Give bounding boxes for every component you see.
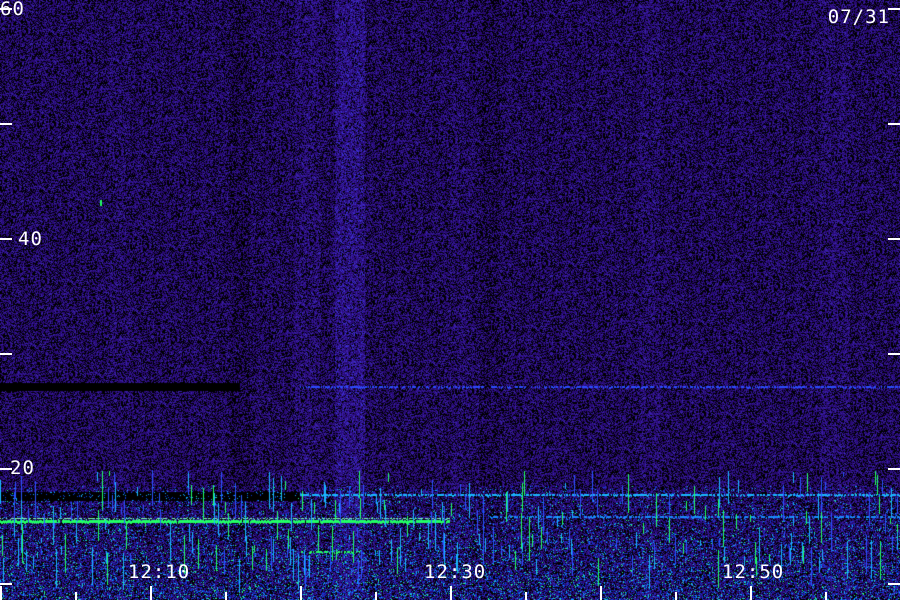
y-tick-right — [888, 468, 900, 470]
x-tick-minor — [225, 592, 227, 600]
y-tick-left — [0, 123, 12, 125]
spectrogram-canvas — [0, 0, 900, 600]
y-tick-right — [888, 123, 900, 125]
y-tick-left — [0, 8, 12, 10]
date-label: 07/31 — [827, 6, 890, 28]
x-tick-major — [300, 586, 302, 600]
y-tick-left — [0, 468, 12, 470]
x-label-1210: 12:10 — [128, 561, 191, 583]
x-tick-minor — [825, 592, 827, 600]
x-tick-minor — [375, 592, 377, 600]
y-label-20: 20 — [10, 457, 35, 479]
y-tick-right — [888, 8, 900, 10]
y-label-40: 40 — [18, 228, 43, 250]
y-tick-right — [888, 238, 900, 240]
x-label-1230: 12:30 — [424, 561, 487, 583]
y-tick-right — [888, 583, 900, 585]
y-tick-left — [0, 583, 12, 585]
x-tick-major — [150, 586, 152, 600]
spectrogram-view: 60 40 20 07/31 12:10 12:30 12:50 — [0, 0, 900, 600]
x-tick-major — [0, 586, 2, 600]
y-tick-right — [888, 353, 900, 355]
x-tick-major — [450, 586, 452, 600]
x-tick-minor — [75, 592, 77, 600]
x-tick-major — [750, 586, 752, 600]
x-tick-major — [600, 586, 602, 600]
x-tick-minor — [525, 592, 527, 600]
x-tick-minor — [675, 592, 677, 600]
y-tick-left — [0, 353, 12, 355]
x-label-1250: 12:50 — [722, 561, 785, 583]
y-tick-left — [0, 238, 12, 240]
